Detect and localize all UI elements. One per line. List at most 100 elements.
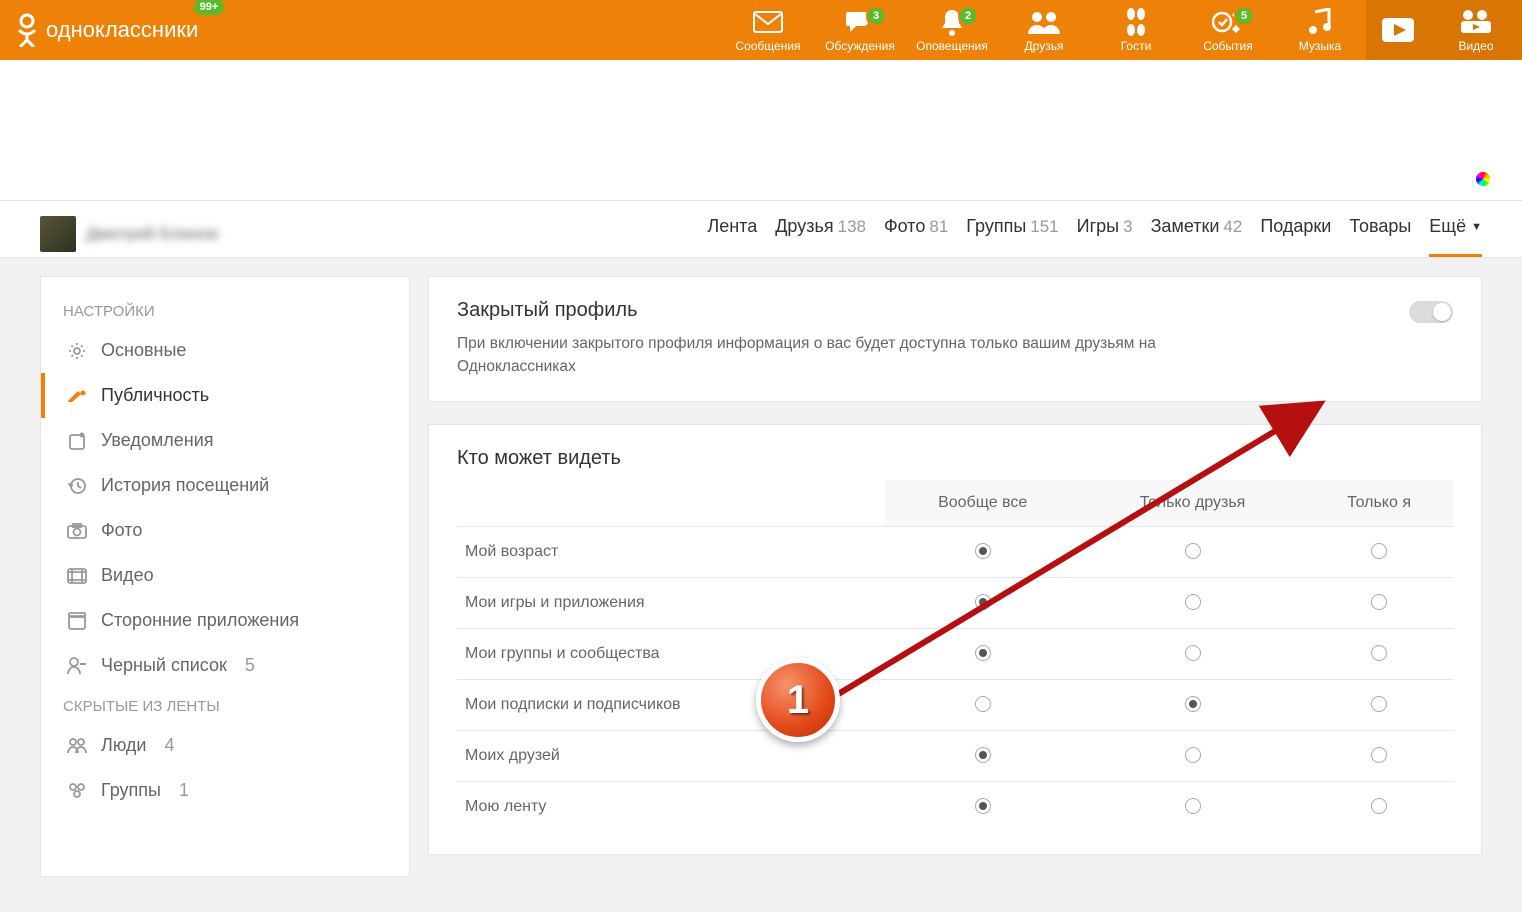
- profile-nav-item[interactable]: Друзья138: [775, 211, 866, 257]
- profile-nav-label: Ещё: [1429, 216, 1466, 237]
- perm-radio[interactable]: [1371, 594, 1387, 610]
- profile-nav-item[interactable]: Лента: [707, 211, 757, 257]
- site-logo[interactable]: одноклассники 99+: [16, 13, 198, 47]
- people-icon: [67, 738, 87, 754]
- sidebar-heading-settings: НАСТРОЙКИ: [41, 293, 409, 328]
- profile-nav-label: Подарки: [1260, 216, 1331, 237]
- private-profile-card: Закрытый профиль При включении закрытого…: [428, 276, 1482, 402]
- perm-radio[interactable]: [1185, 696, 1201, 712]
- perm-radio[interactable]: [975, 696, 991, 712]
- header-badge: 99+: [194, 0, 225, 15]
- blacklist-icon: [67, 657, 87, 675]
- table-row: Мои игры и приложения: [457, 577, 1453, 628]
- topnav-events[interactable]: События5: [1182, 0, 1274, 60]
- sidebar-item-label: Видео: [101, 565, 154, 586]
- sidebar-item-basic[interactable]: Основные: [41, 328, 409, 373]
- history-icon: [67, 477, 87, 495]
- perm-radio[interactable]: [1185, 645, 1201, 661]
- topnav-messages[interactable]: Сообщения: [722, 0, 814, 60]
- topnav-friends[interactable]: Друзья: [998, 0, 1090, 60]
- play-icon: [1380, 15, 1416, 45]
- topbar: одноклассники 99+ Сообщения Обсуждения3Оп…: [0, 0, 1522, 60]
- perm-radio[interactable]: [975, 747, 991, 763]
- profile-nav-item[interactable]: Фото81: [884, 211, 948, 257]
- topnav-label: Видео: [1458, 39, 1493, 53]
- topnav-label: Гости: [1121, 39, 1152, 53]
- sidebar-item-label: Основные: [101, 340, 186, 361]
- sidebar-item-blacklist[interactable]: Черный список5: [41, 643, 409, 688]
- topnav-label: События: [1203, 39, 1253, 53]
- theme-color-button[interactable]: [1472, 168, 1494, 190]
- topnav-guests[interactable]: Гости: [1090, 0, 1182, 60]
- profile-nav-item[interactable]: Ещё▼: [1429, 211, 1482, 257]
- sidebar-item-label: Черный список: [101, 655, 227, 676]
- video-icon: [67, 568, 87, 584]
- perm-radio[interactable]: [1371, 798, 1387, 814]
- sidebar-item-label: Фото: [101, 520, 142, 541]
- profile-nav-item[interactable]: Заметки42: [1151, 211, 1243, 257]
- perm-radio[interactable]: [975, 594, 991, 610]
- top-nav: Сообщения Обсуждения3Оповещения2Друзья Гос…: [722, 0, 1522, 60]
- perm-radio[interactable]: [975, 543, 991, 559]
- perm-radio[interactable]: [1185, 798, 1201, 814]
- private-profile-toggle[interactable]: [1409, 301, 1453, 323]
- sidebar-item-publicity[interactable]: Публичность: [41, 373, 409, 418]
- topnav-music[interactable]: Музыка: [1274, 0, 1366, 60]
- sidebar-item-notify[interactable]: Уведомления: [41, 418, 409, 463]
- profile-nav-item[interactable]: Подарки: [1260, 211, 1331, 257]
- main-area: НАСТРОЙКИ Основные ПубличностьУведомления…: [0, 258, 1522, 895]
- topnav-label: Музыка: [1299, 39, 1341, 53]
- sidebar-item-history[interactable]: История посещений: [41, 463, 409, 508]
- topnav-play[interactable]: [1366, 0, 1430, 60]
- topnav-notifications[interactable]: Оповещения2: [906, 0, 998, 60]
- perm-label: Мою ленту: [457, 781, 885, 832]
- topnav-badge: 2: [958, 6, 978, 26]
- perm-radio[interactable]: [975, 645, 991, 661]
- perm-radio[interactable]: [1371, 543, 1387, 559]
- profile-nav-count: 42: [1223, 217, 1242, 237]
- profile-nav-item[interactable]: Группы151: [966, 211, 1058, 257]
- table-row: Моих друзей: [457, 730, 1453, 781]
- sidebar-heading-hidden: СКРЫТЫЕ ИЗ ЛЕНТЫ: [41, 688, 409, 723]
- perm-radio[interactable]: [1371, 645, 1387, 661]
- apps-icon: [67, 612, 87, 630]
- visibility-card: Кто может видеть Вообще всеТолько друзья…: [428, 424, 1482, 855]
- profile-nav-label: Друзья: [775, 216, 833, 237]
- table-header-empty: [457, 480, 885, 527]
- friends-icon: [1027, 7, 1061, 37]
- private-profile-desc: При включении закрытого профиля информац…: [457, 332, 1217, 379]
- profile-nav-item[interactable]: Игры3: [1077, 211, 1133, 257]
- topnav-video[interactable]: Видео: [1430, 0, 1522, 60]
- sidebar-item-people[interactable]: Люди4: [41, 723, 409, 768]
- profile-nav-label: Фото: [884, 216, 925, 237]
- sidebar-item-label: История посещений: [101, 475, 269, 496]
- profile-nav-item[interactable]: Товары: [1349, 211, 1411, 257]
- profile-nav-label: Группы: [966, 216, 1026, 237]
- table-header: Вообще все: [885, 480, 1080, 527]
- sidebar-item-photo[interactable]: Фото: [41, 508, 409, 553]
- topnav-discussions[interactable]: Обсуждения3: [814, 0, 906, 60]
- perm-radio[interactable]: [1185, 594, 1201, 610]
- perm-radio[interactable]: [1371, 696, 1387, 712]
- table-header: Только я: [1305, 480, 1453, 527]
- video-icon: [1459, 7, 1493, 37]
- sidebar-item-apps[interactable]: Сторонние приложения: [41, 598, 409, 643]
- perm-label: Мои подписки и подписчиков: [457, 679, 885, 730]
- sidebar-item-video[interactable]: Видео: [41, 553, 409, 598]
- basic-icon: [67, 342, 87, 360]
- perm-label: Мой возраст: [457, 526, 885, 577]
- sidebar-item-label: Люди: [101, 735, 146, 756]
- avatar[interactable]: [40, 216, 76, 252]
- profile-nav-count: 81: [929, 217, 948, 237]
- table-row: Мой возраст: [457, 526, 1453, 577]
- perm-radio[interactable]: [975, 798, 991, 814]
- visibility-table: Вообще всеТолько друзьяТолько я Мой возр…: [457, 480, 1453, 832]
- sidebar-item-groups[interactable]: Группы1: [41, 768, 409, 813]
- table-row: Мою ленту: [457, 781, 1453, 832]
- perm-radio[interactable]: [1185, 747, 1201, 763]
- profile-user-name[interactable]: Дмитрий Блинов: [86, 224, 218, 244]
- perm-radio[interactable]: [1371, 747, 1387, 763]
- topnav-label: Сообщения: [735, 39, 800, 53]
- table-row: Мои подписки и подписчиков: [457, 679, 1453, 730]
- perm-radio[interactable]: [1185, 543, 1201, 559]
